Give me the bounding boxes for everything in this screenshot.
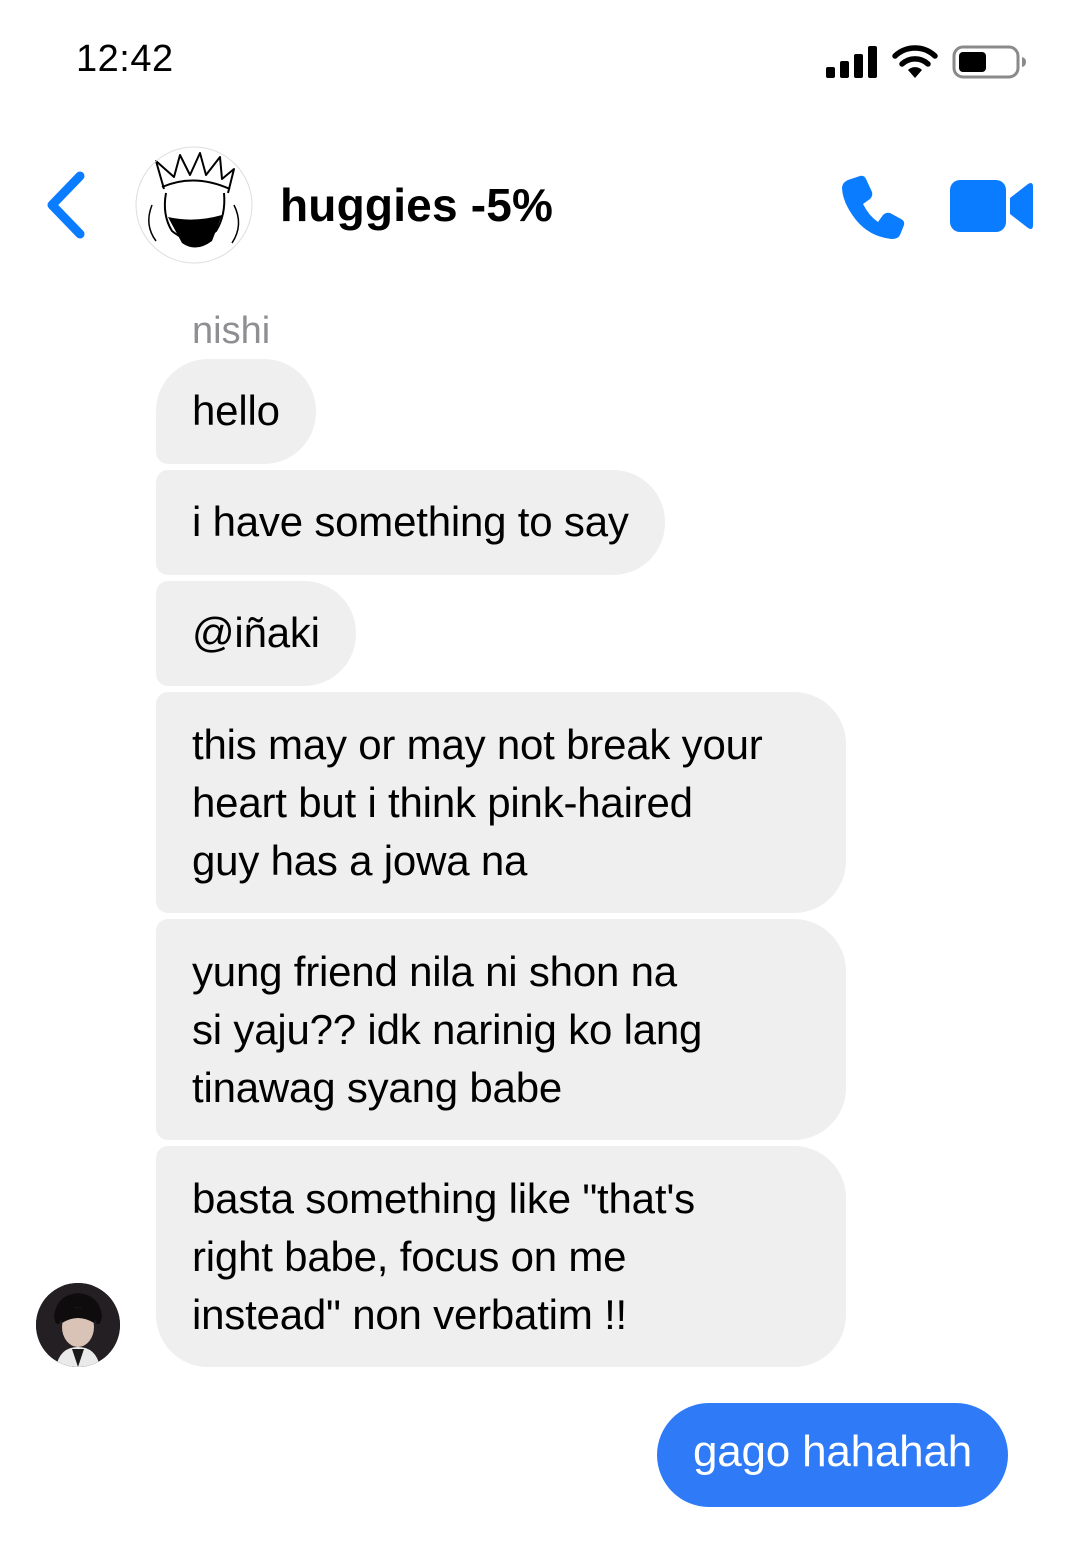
outgoing-message[interactable]: gago hahahah [656, 1403, 1008, 1507]
chat-header: huggies -5% [0, 140, 1080, 270]
status-time: 12:42 [76, 38, 174, 80]
group-avatar[interactable] [134, 145, 254, 265]
back-button[interactable] [42, 170, 92, 240]
cellular-signal-icon [826, 46, 877, 78]
video-camera-icon [950, 180, 1033, 232]
chevron-left-icon [47, 171, 85, 239]
incoming-message[interactable]: @iñaki [156, 581, 356, 686]
incoming-message[interactable]: basta something like "that's right babe,… [156, 1146, 846, 1367]
wifi-icon [892, 45, 938, 78]
profile-photo-image [36, 1283, 120, 1367]
chat-title[interactable]: huggies -5% [280, 178, 553, 232]
incoming-message[interactable]: i have something to say [156, 470, 665, 575]
status-icons [826, 42, 1028, 82]
voice-call-button[interactable] [838, 172, 906, 240]
sender-name: nishi [192, 310, 271, 352]
incoming-message[interactable]: yung friend nila ni shon na si yaju?? id… [156, 919, 846, 1140]
battery-icon [952, 45, 1026, 79]
incoming-message[interactable]: hello [156, 359, 316, 464]
sender-avatar[interactable] [36, 1283, 120, 1367]
incoming-message[interactable]: this may or may not break your heart but… [156, 692, 846, 913]
phone-icon [842, 175, 905, 239]
doodle-avatar-image [135, 146, 253, 264]
video-call-button[interactable] [950, 178, 1034, 234]
